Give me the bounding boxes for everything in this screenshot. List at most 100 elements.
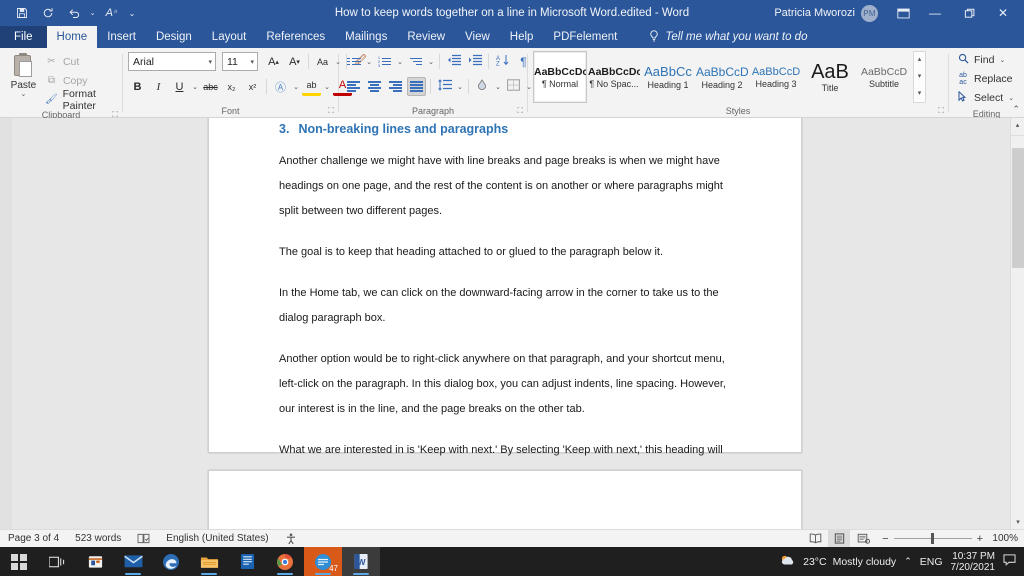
style-normal[interactable]: AaBbCcDc ¶ Normal xyxy=(533,51,587,103)
tab-review[interactable]: Review xyxy=(397,26,455,48)
show-hidden-icons-button[interactable]: ⌃ xyxy=(904,556,912,567)
minimize-button[interactable]: — xyxy=(918,0,952,26)
word-count-status[interactable]: 523 words xyxy=(67,530,129,548)
tab-help[interactable]: Help xyxy=(500,26,544,48)
justify-button[interactable] xyxy=(407,77,426,96)
zoom-slider-thumb[interactable] xyxy=(930,533,934,544)
shrink-font-button[interactable]: A ▾ xyxy=(285,52,304,71)
avatar[interactable]: PM xyxy=(861,4,878,22)
zoom-out-button[interactable]: − xyxy=(882,533,888,545)
shading-button[interactable] xyxy=(473,77,492,96)
vertical-scrollbar[interactable]: ▴ ▾ xyxy=(1010,118,1024,529)
align-right-button[interactable] xyxy=(386,77,405,96)
page-number-status[interactable]: Page 3 of 4 xyxy=(0,530,67,548)
bullets-dropdown-icon[interactable]: ⌄ xyxy=(365,58,373,66)
scroll-down-icon[interactable]: ▾ xyxy=(1011,515,1024,529)
style-title[interactable]: AaB Title xyxy=(803,51,857,103)
tab-file[interactable]: File xyxy=(0,26,47,48)
start-button[interactable] xyxy=(0,547,38,576)
microsoft-edge-icon[interactable] xyxy=(152,547,190,576)
scroll-up-icon[interactable]: ▴ xyxy=(1011,118,1024,132)
zoom-slider[interactable] xyxy=(893,533,972,544)
shading-dropdown-icon[interactable]: ⌄ xyxy=(494,83,502,91)
notification-center-icon[interactable] xyxy=(1003,554,1016,569)
zoom-in-button[interactable]: + xyxy=(977,533,983,545)
proofing-errors-icon[interactable] xyxy=(129,530,158,548)
file-explorer-icon[interactable] xyxy=(190,547,228,576)
accessibility-checker-icon[interactable] xyxy=(277,530,305,548)
microsoft-store-icon[interactable] xyxy=(76,547,114,576)
read-mode-view-button[interactable] xyxy=(804,530,826,547)
text-effects-dropdown-icon[interactable]: ⌄ xyxy=(292,83,300,91)
document-page-3[interactable]: 3. Non-breaking lines and paragraphs Ano… xyxy=(208,118,802,481)
language-status[interactable]: English (United States) xyxy=(158,530,276,548)
format-painter-button[interactable]: 🖌 Format Painter xyxy=(42,88,117,112)
autosave-refresh-icon[interactable] xyxy=(36,2,60,24)
line-spacing-button[interactable] xyxy=(435,77,454,96)
highlight-dropdown-icon[interactable]: ⌄ xyxy=(323,83,331,91)
close-button[interactable]: ✕ xyxy=(986,0,1020,26)
google-chrome-icon[interactable] xyxy=(266,547,304,576)
bullets-button[interactable] xyxy=(344,52,363,71)
select-button[interactable]: Select ⌄ xyxy=(956,89,1015,107)
tab-pdfelement[interactable]: PDFelement xyxy=(543,26,627,48)
paste-dropdown-icon[interactable]: ⌄ xyxy=(21,91,27,98)
decrease-indent-button[interactable] xyxy=(444,52,463,71)
collapse-ribbon-icon[interactable]: ⌃ xyxy=(1012,104,1020,115)
undo-dropdown-icon[interactable]: ⌄ xyxy=(88,2,97,24)
styles-scroll-up-icon[interactable]: ▴ xyxy=(914,52,925,68)
print-layout-view-button[interactable] xyxy=(828,530,851,547)
input-language-indicator[interactable]: ENG xyxy=(920,556,943,568)
cut-button[interactable]: ✂ Cut xyxy=(42,53,117,70)
align-center-button[interactable] xyxy=(365,77,384,96)
underline-dropdown-icon[interactable]: ⌄ xyxy=(191,83,199,91)
subscript-button[interactable]: x₂ xyxy=(222,77,241,96)
scrollbar-thumb[interactable] xyxy=(1012,148,1024,268)
customize-quick-access-toolbar-icon[interactable]: ⌄ xyxy=(125,2,139,24)
messaging-app-icon[interactable]: 47 xyxy=(304,547,342,576)
web-layout-view-button[interactable] xyxy=(852,530,874,547)
styles-gallery-scroll[interactable]: ▴ ▾ ▾ xyxy=(913,51,926,103)
style-heading-1[interactable]: AaBbCc Heading 1 xyxy=(641,51,695,103)
select-dropdown-icon[interactable]: ⌄ xyxy=(1007,94,1015,102)
tab-design[interactable]: Design xyxy=(146,26,202,48)
multilevel-list-button[interactable] xyxy=(406,52,425,71)
zoom-control[interactable]: − + 100% xyxy=(882,533,1018,545)
document-page-4[interactable] xyxy=(208,470,802,529)
save-icon[interactable] xyxy=(10,2,34,24)
change-case-button[interactable]: Aa xyxy=(313,52,332,71)
weather-widget[interactable]: 23°C Mostly cloudy xyxy=(779,554,896,570)
styles-dialog-launcher-icon[interactable]: ⛶ xyxy=(938,104,944,118)
font-dialog-launcher-icon[interactable]: ⛶ xyxy=(328,104,334,118)
copy-button[interactable]: ⧉ Copy xyxy=(42,72,117,89)
style-subtitle[interactable]: AaBbCcD Subtitle xyxy=(857,51,911,103)
clock[interactable]: 10:37 PM 7/20/2021 xyxy=(951,551,996,573)
font-size-combobox[interactable]: 11 ▾ xyxy=(222,52,258,71)
document-canvas[interactable]: 3. Non-breaking lines and paragraphs Ano… xyxy=(0,118,1024,529)
paste-button[interactable]: Paste ⌄ xyxy=(5,51,42,98)
tab-references[interactable]: References xyxy=(256,26,335,48)
microsoft-word-icon[interactable]: W xyxy=(342,547,380,576)
tab-view[interactable]: View xyxy=(455,26,500,48)
tab-mailings[interactable]: Mailings xyxy=(335,26,397,48)
increase-indent-button[interactable] xyxy=(465,52,484,71)
find-dropdown-icon[interactable]: ⌄ xyxy=(998,56,1006,64)
tab-home[interactable]: Home xyxy=(46,26,98,48)
underline-button[interactable]: U xyxy=(170,77,189,96)
italic-button[interactable]: I xyxy=(149,77,168,96)
style-heading-2[interactable]: AaBbCcD Heading 2 xyxy=(695,51,749,103)
tell-me-search[interactable]: Tell me what you want to do xyxy=(641,26,815,48)
numbering-dropdown-icon[interactable]: ⌄ xyxy=(396,58,404,66)
text-effects-button[interactable]: Ⓐ xyxy=(271,77,290,96)
superscript-button[interactable]: x² xyxy=(243,77,262,96)
ribbon-display-options-icon[interactable] xyxy=(888,0,918,26)
find-button[interactable]: Find ⌄ xyxy=(956,51,1006,69)
borders-button[interactable] xyxy=(504,77,523,96)
styles-more-icon[interactable]: ▾ xyxy=(914,86,925,102)
task-view-button[interactable] xyxy=(38,547,76,576)
tab-layout[interactable]: Layout xyxy=(202,26,257,48)
line-spacing-dropdown-icon[interactable]: ⌄ xyxy=(456,83,464,91)
font-name-combobox[interactable]: Arial ▾ xyxy=(128,52,216,71)
undo-icon[interactable] xyxy=(62,2,86,24)
strikethrough-button[interactable]: abc xyxy=(201,77,220,96)
